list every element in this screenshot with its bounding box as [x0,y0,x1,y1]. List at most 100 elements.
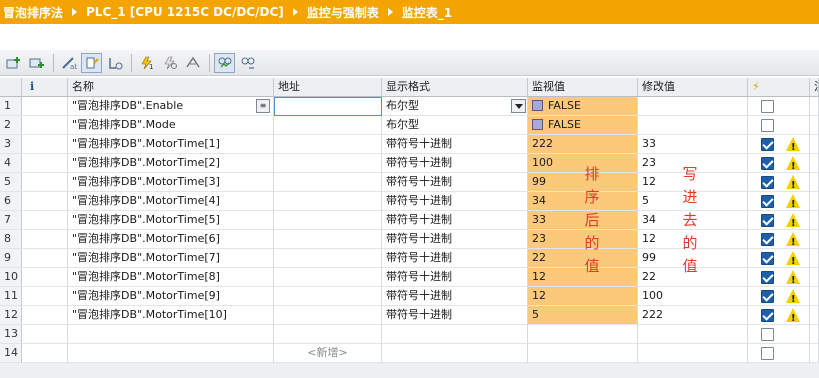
variable-name-cell[interactable]: "冒泡排序DB".MotorTime[5] [68,211,274,230]
row-number[interactable]: 6 [0,192,22,211]
display-format-cell[interactable]: 带符号十进制 [382,154,528,173]
advanced-settings-icon[interactable] [237,53,258,73]
display-format-cell[interactable]: 带符号十进制 [382,249,528,268]
address-cell[interactable]: <新增> [274,344,382,363]
modify-checkbox[interactable] [761,195,774,208]
comment-cell[interactable] [810,249,819,268]
modify-checkbox[interactable] [761,328,774,341]
address-cell[interactable] [274,268,382,287]
table-row[interactable]: 14 <新增> [0,344,819,363]
enable-periphery-icon[interactable] [182,53,203,73]
display-format-cell[interactable]: 带符号十进制 [382,287,528,306]
variable-name-cell[interactable]: "冒泡排序DB".MotorTime[10] [68,306,274,325]
modify-checkbox[interactable] [761,290,774,303]
row-number[interactable]: 10 [0,268,22,287]
modify-checkbox[interactable] [761,100,774,113]
display-format-cell[interactable]: 布尔型 [382,97,528,116]
display-format-cell[interactable]: 带符号十进制 [382,211,528,230]
table-row[interactable]: 11 "冒泡排序DB".MotorTime[9] 带符号十进制 12 100 [0,287,819,306]
display-format-cell[interactable]: 带符号十进制 [382,173,528,192]
address-input[interactable] [274,97,382,116]
breadcrumb-item-watch-tables[interactable]: 监控与强制表 [307,4,379,21]
variable-name-cell[interactable]: "冒泡排序DB".MotorTime[4] [68,192,274,211]
add-row-icon[interactable] [26,53,47,73]
row-number[interactable]: 4 [0,154,22,173]
comment-cell[interactable] [810,154,819,173]
modify-checkbox[interactable] [761,309,774,322]
variable-name-cell[interactable]: "冒泡排序DB".MotorTime[6] [68,230,274,249]
table-row[interactable]: 2 "冒泡排序DB".Mode 布尔型 FALSE [0,116,819,135]
comment-cell[interactable] [810,116,819,135]
variable-name-cell[interactable]: "冒泡排序DB".MotorTime[3] [68,173,274,192]
modify-trigger-icon[interactable] [159,53,180,73]
address-cell[interactable] [274,116,382,135]
display-format-cell[interactable]: 带符号十进制 [382,306,528,325]
table-row[interactable]: 3 "冒泡排序DB".MotorTime[1] 带符号十进制 222 33 [0,135,819,154]
comment-cell[interactable] [810,344,819,363]
row-number[interactable]: 8 [0,230,22,249]
table-row[interactable]: 12 "冒泡排序DB".MotorTime[10] 带符号十进制 5 222 [0,306,819,325]
display-format-cell[interactable] [382,325,528,344]
header-name[interactable]: 名称 [68,78,274,97]
modify-checkbox[interactable] [761,138,774,151]
address-cell[interactable] [274,249,382,268]
comment-cell[interactable] [810,211,819,230]
variable-name-cell[interactable]: "冒泡排序DB".MotorTime[1] [68,135,274,154]
address-cell[interactable] [274,192,382,211]
comment-cell[interactable] [810,230,819,249]
comment-cell[interactable] [810,306,819,325]
address-cell[interactable] [274,306,382,325]
tag-browse-button[interactable]: ≡ [256,99,270,113]
breadcrumb-item-plc[interactable]: PLC_1 [CPU 1215C DC/DC/DC] [86,5,284,19]
header-address[interactable]: 地址 [274,78,382,97]
modify-checkbox[interactable] [761,119,774,132]
row-number[interactable]: 14 [0,344,22,363]
rename-icon[interactable]: ab [58,53,79,73]
comment-cell[interactable] [810,325,819,344]
modify-now-icon[interactable]: 1 [136,53,157,73]
address-cell[interactable] [274,173,382,192]
modify-checkbox[interactable] [761,252,774,265]
address-cell[interactable] [274,287,382,306]
modify-value-cell[interactable]: 33 [638,135,748,154]
variable-name-cell[interactable]: "冒泡排序DB".Mode [68,116,274,135]
table-row[interactable]: 13 [0,325,819,344]
display-format-cell[interactable]: 带符号十进制 [382,268,528,287]
modify-checkbox[interactable] [761,233,774,246]
variable-name-cell[interactable]: "冒泡排序DB".MotorTime[9] [68,287,274,306]
row-number[interactable]: 7 [0,211,22,230]
variable-name-cell[interactable]: "冒泡排序DB".MotorTime[2] [68,154,274,173]
modify-value-cell[interactable]: 222 [638,306,748,325]
row-number[interactable]: 2 [0,116,22,135]
row-number[interactable]: 12 [0,306,22,325]
comment-cell[interactable] [810,173,819,192]
monitor-all-icon[interactable] [81,52,102,73]
address-cell[interactable] [274,154,382,173]
variable-name-cell[interactable] [68,344,274,363]
row-number[interactable]: 3 [0,135,22,154]
modify-value-cell[interactable]: 100 [638,287,748,306]
display-format-cell[interactable]: 带符号十进制 [382,192,528,211]
modify-checkbox[interactable] [761,271,774,284]
breadcrumb-item-watch-table[interactable]: 监控表_1 [402,4,452,21]
header-modify-value[interactable]: 修改值 [638,78,748,97]
display-format-cell[interactable]: 带符号十进制 [382,135,528,154]
breadcrumb-item-project[interactable]: 冒泡排序法 [3,4,63,21]
address-cell[interactable] [274,211,382,230]
modify-checkbox[interactable] [761,157,774,170]
address-cell[interactable] [274,325,382,344]
header-modify-flag-icon[interactable]: ⚡ [748,78,810,97]
comment-cell[interactable] [810,192,819,211]
modify-value-cell[interactable] [638,344,748,363]
modify-value-cell[interactable] [638,97,748,116]
comment-cell[interactable] [810,135,819,154]
header-monitor-value[interactable]: 监视值 [528,78,638,97]
address-cell[interactable] [274,135,382,154]
display-format-cell[interactable] [382,344,528,363]
variable-name-cell[interactable] [68,325,274,344]
row-number[interactable]: 11 [0,287,22,306]
comment-cell[interactable] [810,268,819,287]
variable-name-cell[interactable]: "冒泡排序DB".MotorTime[8] [68,268,274,287]
display-format-cell[interactable]: 带符号十进制 [382,230,528,249]
row-number[interactable]: 9 [0,249,22,268]
